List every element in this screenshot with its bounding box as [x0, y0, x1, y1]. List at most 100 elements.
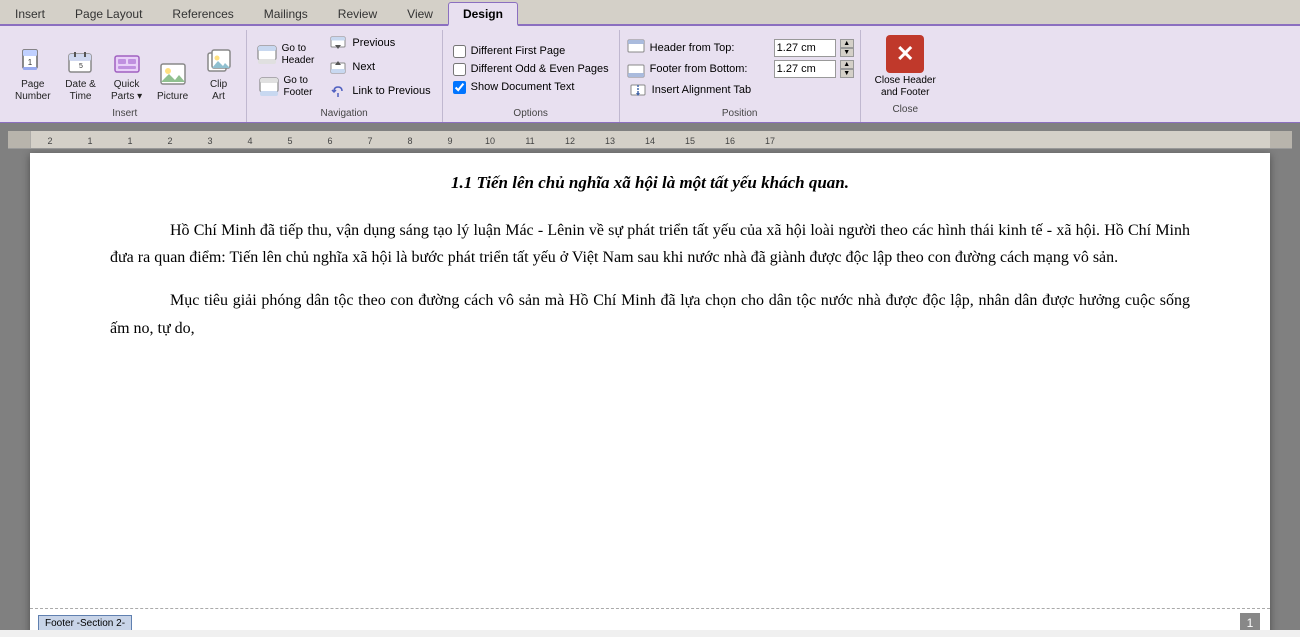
document-area: 2 1 1 2 3 4 5 6 7 8 9 10 11 12 13 14 15 … [0, 123, 1300, 630]
options-group: Different First Page Different Odd & Eve… [443, 30, 620, 122]
position-group: Header from Top: ▲ ▼ Footer from Bott [620, 30, 861, 122]
different-odd-even-option[interactable]: Different Odd & Even Pages [451, 62, 611, 77]
svg-text:1: 1 [127, 136, 132, 146]
svg-text:1: 1 [28, 58, 33, 67]
go-to-footer-label: Go toFooter [284, 75, 313, 99]
picture-icon [157, 58, 189, 90]
clip-art-button[interactable]: ClipArt [198, 43, 240, 106]
header-from-top-spinner[interactable]: ▲ ▼ [840, 39, 854, 57]
options-group-label: Options [451, 106, 611, 122]
document-heading: 1.1 Tiến lên chủ nghĩa xã hội là một tất… [110, 173, 1190, 193]
document-paragraph-2: Mục tiêu giải phóng dân tộc theo con đườ… [110, 287, 1190, 341]
svg-text:16: 16 [725, 136, 735, 146]
go-to-footer-icon [258, 76, 280, 98]
show-document-text-checkbox[interactable] [453, 81, 466, 94]
date-time-button[interactable]: 5 Date &Time [60, 43, 102, 106]
svg-text:1: 1 [87, 136, 92, 146]
svg-text:7: 7 [367, 136, 372, 146]
footer-section-label: Footer -Section 2- [38, 615, 132, 630]
svg-text:5: 5 [287, 136, 292, 146]
insert-alignment-tab-button[interactable]: Insert Alignment Tab [626, 81, 854, 99]
navigation-group: Go toHeader Go toFooter [247, 30, 443, 122]
header-from-top-label: Header from Top: [650, 42, 770, 54]
svg-text:4: 4 [247, 136, 252, 146]
document-page[interactable]: 1.1 Tiến lên chủ nghĩa xã hội là một tất… [30, 153, 1270, 630]
tab-bar: Insert Page Layout References Mailings R… [0, 0, 1300, 26]
link-to-previous-icon [330, 83, 348, 99]
tab-view[interactable]: View [392, 2, 448, 24]
insert-alignment-tab-label: Insert Alignment Tab [652, 84, 751, 96]
ribbon: 1 PageNumber 5 [0, 26, 1300, 123]
footer-bar: Footer -Section 2- 1 [30, 608, 1270, 630]
different-first-page-checkbox[interactable] [453, 45, 466, 58]
svg-text:11: 11 [525, 136, 534, 146]
page-number-label: PageNumber [15, 79, 51, 103]
close-header-footer-button[interactable]: ✕ Close Headerand Footer [869, 32, 942, 102]
page-number: 1 [1240, 613, 1260, 630]
show-document-text-label: Show Document Text [471, 81, 575, 93]
next-button[interactable]: Next [323, 56, 437, 78]
date-time-icon: 5 [65, 46, 97, 78]
different-odd-even-checkbox[interactable] [453, 63, 466, 76]
next-label: Next [352, 61, 375, 73]
link-to-previous-button[interactable]: Link to Previous [323, 80, 437, 102]
ruler-right-margin [1270, 131, 1292, 148]
tab-insert[interactable]: Insert [0, 2, 60, 24]
svg-text:2: 2 [167, 136, 172, 146]
page-wrapper: 1.1 Tiến lên chủ nghĩa xã hội là một tất… [0, 149, 1300, 630]
previous-label: Previous [352, 37, 395, 49]
go-to-header-label: Go toHeader [282, 43, 315, 67]
ruler-main: 2 1 1 2 3 4 5 6 7 8 9 10 11 12 13 14 15 … [30, 131, 1270, 148]
header-from-top-row: Header from Top: ▲ ▼ [626, 39, 854, 57]
header-from-top-input[interactable] [774, 39, 836, 57]
quick-parts-icon [111, 46, 143, 78]
footer-from-bottom-up[interactable]: ▲ [840, 60, 854, 69]
footer-from-bottom-input[interactable] [774, 60, 836, 78]
svg-text:2: 2 [47, 136, 52, 146]
picture-label: Picture [157, 91, 188, 103]
svg-text:6: 6 [327, 136, 332, 146]
previous-button[interactable]: Previous [323, 32, 437, 54]
picture-button[interactable]: Picture [152, 55, 194, 106]
document-paragraph-1: Hồ Chí Minh đã tiếp thu, vận dụng sáng t… [110, 217, 1190, 271]
show-document-text-option[interactable]: Show Document Text [451, 80, 611, 95]
link-to-previous-label: Link to Previous [352, 85, 430, 97]
svg-text:10: 10 [485, 136, 495, 146]
tab-mailings[interactable]: Mailings [249, 2, 323, 24]
go-to-header-icon [256, 44, 278, 66]
svg-text:14: 14 [645, 136, 655, 146]
tab-design[interactable]: Design [448, 2, 518, 26]
ruler-left-margin [8, 131, 30, 148]
footer-from-bottom-row: Footer from Bottom: ▲ ▼ [626, 60, 854, 78]
quick-parts-button[interactable]: QuickParts ▾ [106, 43, 148, 106]
footer-from-bottom-spinner[interactable]: ▲ ▼ [840, 60, 854, 78]
svg-text:8: 8 [407, 136, 412, 146]
svg-text:13: 13 [605, 136, 615, 146]
different-first-page-option[interactable]: Different First Page [451, 44, 611, 59]
close-header-footer-label: Close Headerand Footer [875, 75, 936, 99]
tab-references[interactable]: References [157, 2, 248, 24]
svg-text:9: 9 [447, 136, 452, 146]
tab-review[interactable]: Review [323, 2, 392, 24]
go-to-header-button[interactable]: Go toHeader [251, 40, 320, 70]
close-group: ✕ Close Headerand Footer Close [861, 30, 950, 122]
different-first-page-label: Different First Page [471, 45, 566, 57]
quick-parts-label: QuickParts ▾ [111, 79, 142, 103]
svg-text:12: 12 [565, 136, 575, 146]
next-icon [330, 59, 348, 75]
insert-group: 1 PageNumber 5 [4, 30, 247, 122]
footer-from-bottom-down[interactable]: ▼ [840, 69, 854, 78]
header-from-top-down[interactable]: ▼ [840, 48, 854, 57]
tab-page-layout[interactable]: Page Layout [60, 2, 157, 24]
ruler: 2 1 1 2 3 4 5 6 7 8 9 10 11 12 13 14 15 … [8, 131, 1292, 149]
svg-text:17: 17 [765, 136, 775, 146]
clip-art-icon [203, 46, 235, 78]
date-time-label: Date &Time [65, 79, 96, 103]
footer-from-bottom-icon [626, 61, 646, 77]
go-to-footer-button[interactable]: Go toFooter [253, 72, 318, 102]
previous-icon [330, 35, 348, 51]
close-group-label: Close [869, 102, 942, 118]
page-number-button[interactable]: 1 PageNumber [10, 43, 56, 106]
clip-art-label: ClipArt [210, 79, 227, 103]
header-from-top-up[interactable]: ▲ [840, 39, 854, 48]
